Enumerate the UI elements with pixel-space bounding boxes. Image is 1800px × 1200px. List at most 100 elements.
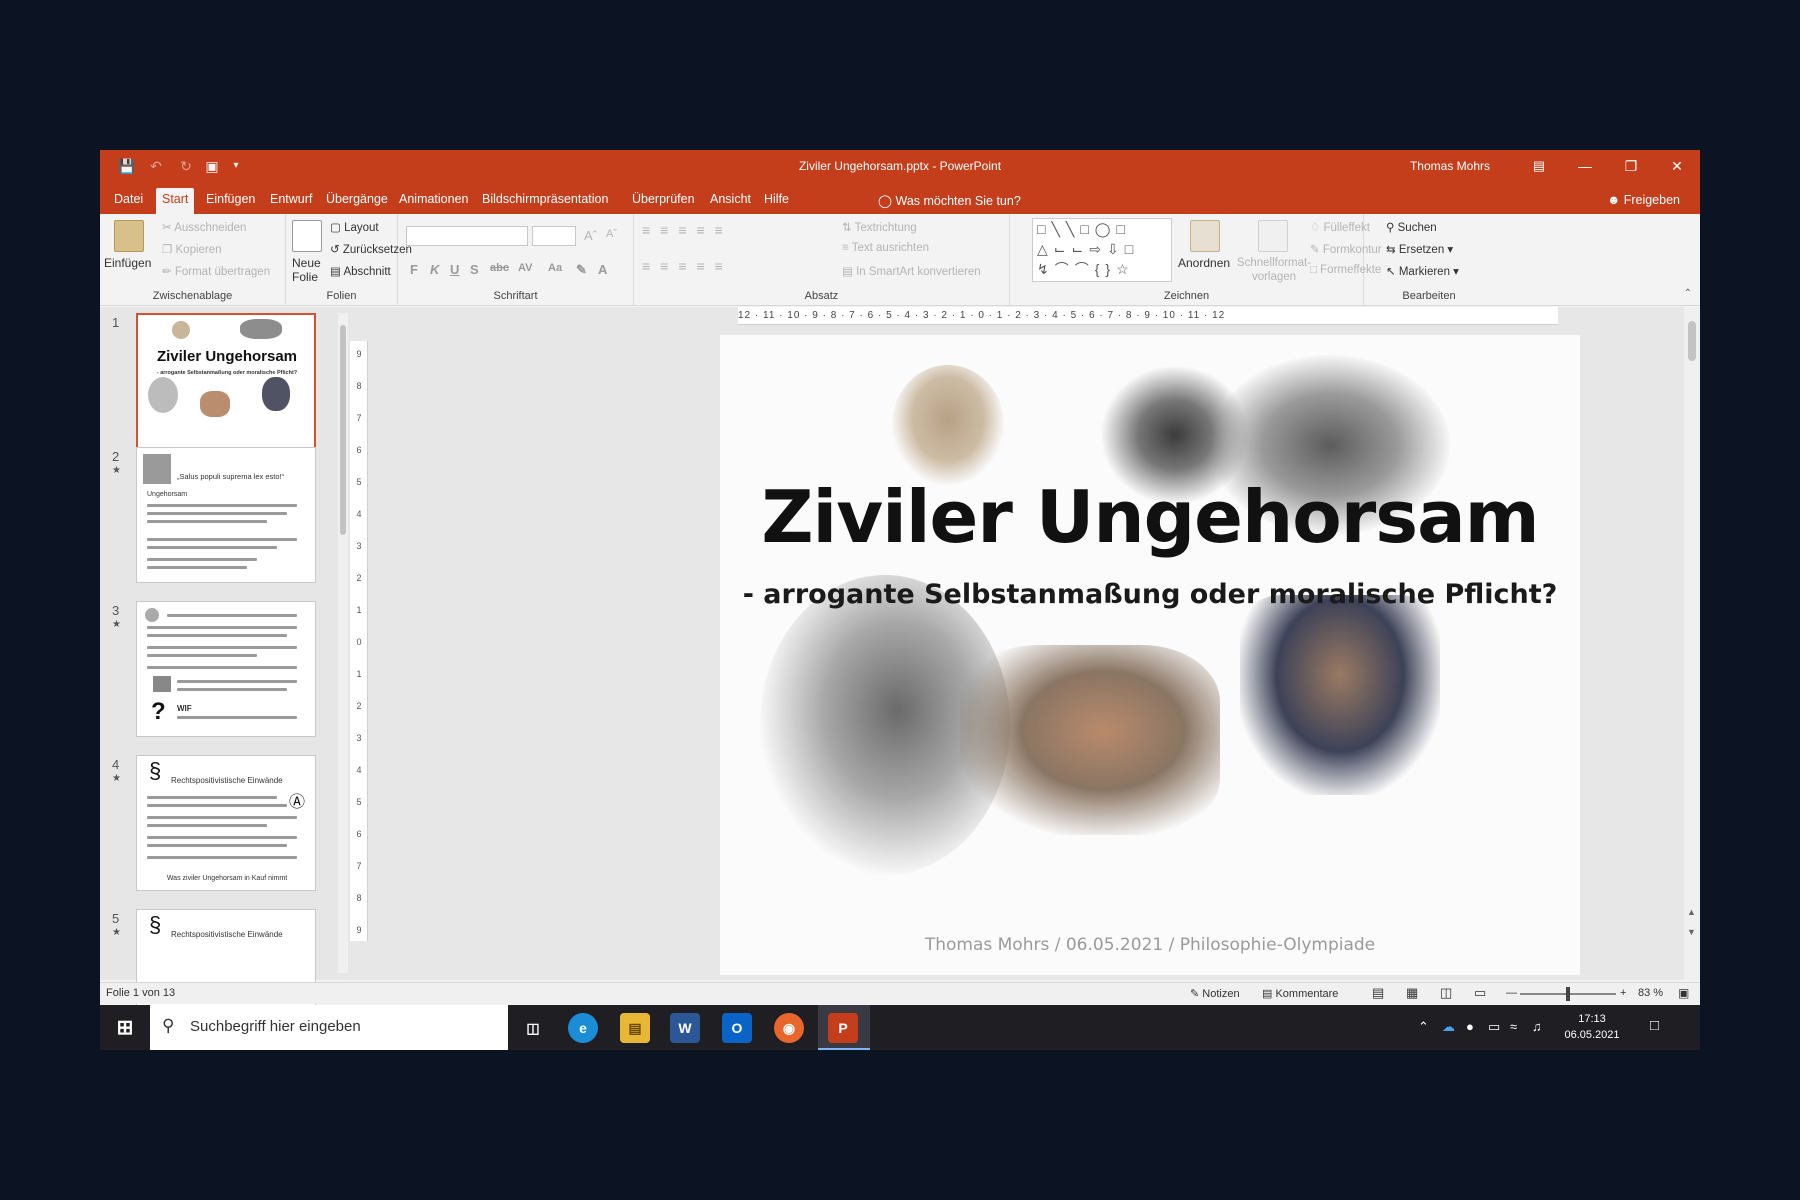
- word-icon[interactable]: W: [670, 1013, 700, 1043]
- comments-button[interactable]: ▤ Kommentare: [1262, 987, 1338, 1000]
- italic-icon[interactable]: K: [430, 262, 439, 277]
- new-slide-button[interactable]: Neue Folie: [292, 256, 332, 284]
- clock[interactable]: 17:13 06.05.2021: [1556, 1011, 1628, 1043]
- close-icon[interactable]: ✕: [1654, 150, 1700, 182]
- user-name[interactable]: Thomas Mohrs: [1410, 159, 1490, 173]
- font-size-field[interactable]: [532, 226, 576, 246]
- arrange-button[interactable]: Anordnen: [1178, 256, 1230, 270]
- powerpoint-taskbar-button[interactable]: P: [818, 1005, 870, 1050]
- wifi-icon[interactable]: ≈: [1510, 1019, 1517, 1034]
- slide-sorter-icon[interactable]: ▦: [1406, 985, 1418, 1001]
- zoom-level[interactable]: 83 %: [1638, 987, 1663, 999]
- share-button[interactable]: ☻ Freigeben: [1607, 193, 1680, 207]
- animation-star-icon: ★: [112, 773, 121, 784]
- slide-scrollbar[interactable]: ▲ ▼: [1684, 307, 1700, 980]
- slide-subtitle[interactable]: - arrogante Selbstanmaßung oder moralisc…: [720, 579, 1580, 610]
- quick-styles-button[interactable]: Schnellformat-vorlagen: [1236, 256, 1312, 284]
- minimize-icon[interactable]: —: [1562, 150, 1608, 182]
- find-button[interactable]: ⚲ Suchen: [1386, 220, 1437, 234]
- notification-center-icon[interactable]: □: [1650, 1017, 1659, 1034]
- convert-smartart-button[interactable]: ▤ In SmartArt konvertieren: [842, 264, 981, 278]
- tab-start[interactable]: Start: [156, 188, 195, 214]
- shadow-icon[interactable]: S: [470, 262, 479, 277]
- reading-view-icon[interactable]: ◫: [1440, 985, 1452, 1001]
- change-case-icon[interactable]: Aa: [548, 262, 562, 274]
- char-spacing-icon[interactable]: AV: [518, 262, 532, 274]
- group-label: Zwischenablage: [152, 290, 233, 302]
- zoom-in-icon[interactable]: +: [1620, 987, 1626, 999]
- highlight-icon[interactable]: ✎: [576, 262, 587, 278]
- volume-icon[interactable]: ♫: [1532, 1019, 1542, 1034]
- zoom-out-icon[interactable]: —: [1506, 987, 1517, 999]
- restore-icon[interactable]: ❐: [1608, 150, 1654, 182]
- thumbnail-slide-2[interactable]: „Salus populi suprema lex esto!“ Ungehor…: [136, 447, 316, 583]
- align-icons[interactable]: ≡≡≡≡≡: [642, 258, 733, 274]
- tab-ueberpruefen[interactable]: Überprüfen: [626, 188, 701, 214]
- fit-to-window-icon[interactable]: ▣: [1678, 986, 1689, 1000]
- slide-title[interactable]: Ziviler Ungehorsam: [720, 475, 1580, 559]
- next-slide-icon[interactable]: ▼: [1687, 927, 1696, 937]
- tab-einfuegen[interactable]: Einfügen: [200, 188, 261, 214]
- edge-icon[interactable]: e: [568, 1013, 598, 1043]
- microphone-icon[interactable]: ●: [1466, 1019, 1474, 1034]
- bold-icon[interactable]: F: [410, 262, 418, 277]
- font-color-icon[interactable]: A: [598, 262, 607, 277]
- zoom-slider-thumb[interactable]: [1566, 987, 1570, 1001]
- tab-uebergaenge[interactable]: Übergänge: [320, 188, 394, 214]
- ribbon-display-options-icon[interactable]: ▤: [1516, 150, 1562, 182]
- tab-datei[interactable]: Datei: [108, 188, 149, 214]
- normal-view-icon[interactable]: ▤: [1372, 985, 1384, 1001]
- copy-button[interactable]: ❐ Kopieren: [162, 242, 222, 256]
- font-name-field[interactable]: [406, 226, 528, 246]
- slideshow-icon[interactable]: ▭: [1474, 985, 1486, 1001]
- align-text-button[interactable]: ≡ Text ausrichten: [842, 242, 929, 254]
- notes-button[interactable]: ✎ Notizen: [1190, 987, 1240, 1000]
- animation-star-icon: ★: [112, 619, 121, 630]
- thumbnail-slide-1[interactable]: Ziviler Ungehorsam - arrogante Selbstanm…: [136, 313, 316, 449]
- slide-count: Folie 1 von 13: [106, 987, 176, 999]
- slide-footer[interactable]: Thomas Mohrs / 06.05.2021 / Philosophie-…: [720, 935, 1580, 955]
- format-painter-button[interactable]: ✏ Format übertragen: [162, 264, 270, 278]
- grow-font-icon[interactable]: Aˆ: [584, 228, 597, 243]
- cut-button[interactable]: ✂ Ausschneiden: [162, 220, 246, 234]
- zoom-slider[interactable]: [1520, 987, 1616, 1001]
- replace-button[interactable]: ⇆ Ersetzen ▾: [1386, 242, 1453, 256]
- battery-icon[interactable]: ▭: [1488, 1019, 1500, 1035]
- collapse-ribbon-icon[interactable]: ⌃: [1684, 288, 1692, 299]
- layout-button[interactable]: ▢ Layout: [330, 220, 379, 234]
- thumbnail-portrait: [148, 377, 178, 413]
- paste-button[interactable]: Einfügen: [104, 256, 151, 270]
- powerpoint-icon: P: [828, 1013, 858, 1043]
- taskbar-search-box[interactable]: ⚲ Suchbegriff hier eingeben: [150, 1005, 508, 1050]
- thumbnails-scrollbar[interactable]: [338, 313, 348, 973]
- file-explorer-icon[interactable]: ▤: [620, 1013, 650, 1043]
- tab-ansicht[interactable]: Ansicht: [704, 188, 757, 214]
- tab-bildschirmpraesentation[interactable]: Bildschirmpräsentation: [476, 188, 614, 214]
- list-icons[interactable]: ≡≡≡≡≡: [642, 222, 733, 238]
- previous-slide-icon[interactable]: ▲: [1687, 907, 1696, 917]
- outlook-icon[interactable]: O: [722, 1013, 752, 1043]
- tell-me-search[interactable]: ◯ Was möchten Sie tun?: [878, 193, 1021, 208]
- onedrive-icon[interactable]: ☁: [1442, 1019, 1455, 1035]
- text-direction-button[interactable]: ⇅ Textrichtung: [842, 220, 917, 234]
- thumbnail-slide-4[interactable]: § Rechtspositivistische Einwände Ⓐ Was z…: [136, 755, 316, 891]
- scrollbar-thumb[interactable]: [340, 325, 346, 535]
- select-button[interactable]: ↖ Markieren ▾: [1386, 264, 1459, 278]
- shape-fill-button[interactable]: ♢ Fülleffekt: [1310, 220, 1370, 234]
- thumbnail-text: WIF: [177, 704, 192, 713]
- thumbnail-slide-3[interactable]: ? WIF: [136, 601, 316, 737]
- tab-animationen[interactable]: Animationen: [393, 188, 475, 214]
- strikethrough-icon[interactable]: abc: [490, 262, 509, 274]
- underline-icon[interactable]: U: [450, 262, 459, 277]
- task-view-icon[interactable]: ◫: [518, 1013, 548, 1043]
- tab-hilfe[interactable]: Hilfe: [758, 188, 795, 214]
- scrollbar-thumb[interactable]: [1688, 321, 1696, 361]
- tab-entwurf[interactable]: Entwurf: [264, 188, 318, 214]
- current-slide[interactable]: Ziviler Ungehorsam - arrogante Selbstanm…: [720, 335, 1580, 975]
- section-button[interactable]: ▤ Abschnitt: [330, 264, 391, 278]
- shapes-gallery[interactable]: □╲╲□◯□ △⌙⌙⇨⇩□ ↯⌒⌒{}☆: [1032, 218, 1172, 282]
- windows-start-icon[interactable]: ⊞: [110, 1013, 140, 1043]
- shrink-font-icon[interactable]: Aˇ: [606, 228, 617, 240]
- firefox-icon[interactable]: ◉: [774, 1013, 804, 1043]
- show-hidden-icons-icon[interactable]: ⌃: [1418, 1019, 1429, 1035]
